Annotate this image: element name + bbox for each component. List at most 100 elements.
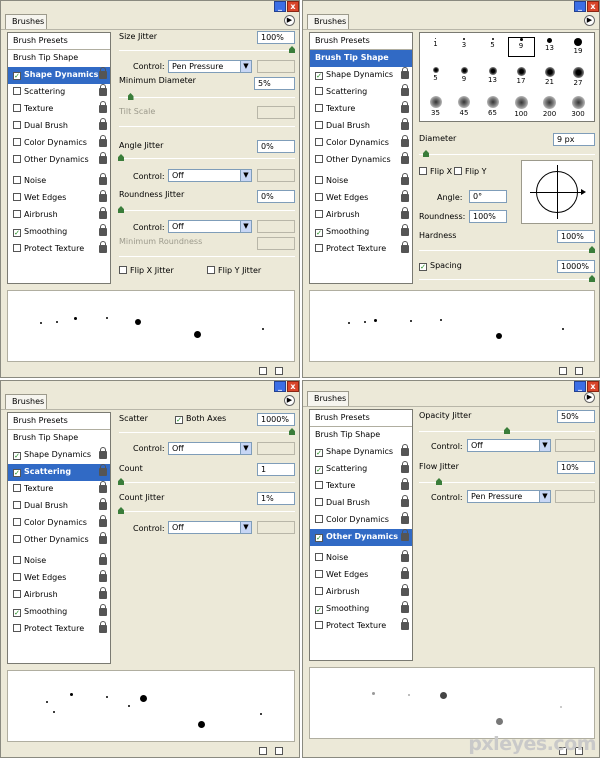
minimize-button[interactable]: _ (574, 1, 586, 12)
flip-x-checkbox[interactable]: Flip X (419, 167, 452, 176)
checkbox[interactable]: ✓ (315, 449, 323, 457)
slider-thumb[interactable] (436, 478, 442, 485)
list-item-noise[interactable]: Noise (310, 550, 412, 567)
new-brush-icon[interactable] (259, 367, 267, 375)
lock-icon[interactable] (401, 84, 409, 96)
lock-icon[interactable] (401, 478, 409, 490)
checkbox[interactable] (13, 484, 21, 492)
panel-menu-icon[interactable]: ▶ (584, 15, 595, 26)
scatter-field[interactable]: 1000% (257, 413, 295, 426)
checkbox[interactable] (315, 621, 323, 629)
delete-brush-icon[interactable] (275, 367, 283, 375)
lock-icon[interactable] (401, 567, 409, 579)
angle-field[interactable]: 0° (469, 190, 507, 203)
checkbox[interactable] (13, 518, 21, 526)
slider-thumb[interactable] (423, 150, 429, 157)
brush-tip-cell[interactable]: 100 (508, 95, 535, 118)
list-item-texture[interactable]: Texture (8, 481, 110, 498)
checkbox[interactable]: ✓ (13, 229, 21, 237)
list-item-brush-presets[interactable]: Brush Presets (310, 410, 412, 427)
count-jitter-field[interactable]: 1% (257, 492, 295, 505)
lock-icon[interactable] (99, 84, 107, 96)
brush-tip-cell[interactable]: 9 (451, 66, 478, 86)
list-item-brush-presets[interactable]: Brush Presets (8, 413, 110, 430)
list-item-scattering[interactable]: Scattering (8, 84, 110, 101)
slider-thumb[interactable] (504, 427, 510, 434)
close-button[interactable]: x (287, 1, 299, 12)
checkbox[interactable] (315, 121, 323, 129)
list-item-brush-presets[interactable]: Brush Presets (310, 33, 412, 50)
diameter-field[interactable]: 9 px (553, 133, 595, 146)
checkbox[interactable] (315, 176, 323, 184)
checkbox[interactable] (13, 573, 21, 581)
lock-icon[interactable] (99, 190, 107, 202)
close-button[interactable]: x (587, 1, 599, 12)
list-item-color-dynamics[interactable]: Color Dynamics (310, 512, 412, 529)
checkbox[interactable]: ✓ (13, 609, 21, 617)
slider-thumb[interactable] (289, 428, 295, 435)
angle-jitter-field[interactable]: 0% (257, 140, 295, 153)
lock-icon[interactable] (401, 529, 409, 541)
roundness-jitter-field[interactable]: 0% (257, 190, 295, 203)
checkbox[interactable] (13, 244, 21, 252)
brush-tip-cell[interactable]: 200 (536, 95, 563, 118)
lock-icon[interactable] (99, 621, 107, 633)
lock-icon[interactable] (401, 495, 409, 507)
brush-tip-cell[interactable]: 5 (479, 37, 506, 57)
list-item-smoothing[interactable]: ✓ Smoothing (310, 224, 412, 241)
lock-icon[interactable] (401, 550, 409, 562)
delete-brush-icon[interactable] (275, 747, 283, 755)
slider-thumb[interactable] (118, 154, 124, 161)
brush-tip-cell[interactable]: 13 (479, 66, 506, 86)
lock-icon[interactable] (401, 173, 409, 185)
angle-jitter-slider[interactable] (118, 154, 295, 161)
checkbox[interactable]: ✓ (419, 263, 427, 271)
list-item-shape-dynamics[interactable]: ✓ Shape Dynamics (310, 67, 412, 84)
new-brush-icon[interactable] (259, 747, 267, 755)
lock-icon[interactable] (401, 190, 409, 202)
checkbox[interactable] (13, 138, 21, 146)
lock-icon[interactable] (99, 604, 107, 616)
lock-icon[interactable] (99, 464, 107, 476)
slider-thumb[interactable] (127, 93, 134, 100)
list-item-protect-texture[interactable]: Protect Texture (310, 618, 412, 635)
checkbox[interactable] (13, 590, 21, 598)
list-item-texture[interactable]: Texture (310, 478, 412, 495)
list-item-scattering[interactable]: Scattering (310, 84, 412, 101)
lock-icon[interactable] (401, 135, 409, 147)
brush-tip-cell[interactable]: 27 (565, 66, 592, 87)
close-button[interactable]: x (587, 381, 599, 392)
list-item-protect-texture[interactable]: Protect Texture (310, 241, 412, 258)
chevron-down-icon[interactable]: ▼ (240, 522, 251, 533)
lock-icon[interactable] (401, 207, 409, 219)
checkbox[interactable] (315, 515, 323, 523)
lock-icon[interactable] (99, 173, 107, 185)
brush-tip-cell[interactable]: 300 (565, 95, 592, 118)
checkbox[interactable] (315, 481, 323, 489)
list-item-smoothing[interactable]: ✓ Smoothing (8, 224, 110, 241)
list-item-brush-tip-shape[interactable]: Brush Tip Shape (310, 50, 412, 67)
tab-brushes[interactable]: Brushes (5, 394, 47, 409)
roundness-jitter-slider[interactable] (118, 206, 295, 213)
chevron-down-icon[interactable]: ▼ (240, 61, 251, 72)
lock-icon[interactable] (401, 118, 409, 130)
spacing-slider[interactable] (419, 275, 595, 282)
panel-menu-icon[interactable]: ▶ (584, 392, 595, 403)
count-jitter-slider[interactable] (118, 507, 295, 514)
checkbox[interactable] (315, 138, 323, 146)
lock-icon[interactable] (99, 135, 107, 147)
tab-brushes[interactable]: Brushes (307, 14, 349, 29)
opacity-control-select[interactable]: Off ▼ (467, 439, 551, 452)
panel-menu-icon[interactable]: ▶ (284, 15, 295, 26)
lock-icon[interactable] (99, 481, 107, 493)
brush-tip-cell[interactable]: 17 (508, 66, 535, 86)
list-item-shape-dynamics[interactable]: ✓ Shape Dynamics (8, 447, 110, 464)
lock-icon[interactable] (401, 584, 409, 596)
checkbox[interactable] (13, 535, 21, 543)
angle-control-select[interactable]: Off ▼ (168, 169, 252, 182)
opacity-jitter-slider[interactable] (419, 427, 595, 434)
list-item-other-dynamics[interactable]: ✓ Other Dynamics (310, 529, 412, 546)
checkbox[interactable] (13, 176, 21, 184)
list-item-protect-texture[interactable]: Protect Texture (8, 241, 110, 258)
minimize-button[interactable]: _ (274, 381, 286, 392)
